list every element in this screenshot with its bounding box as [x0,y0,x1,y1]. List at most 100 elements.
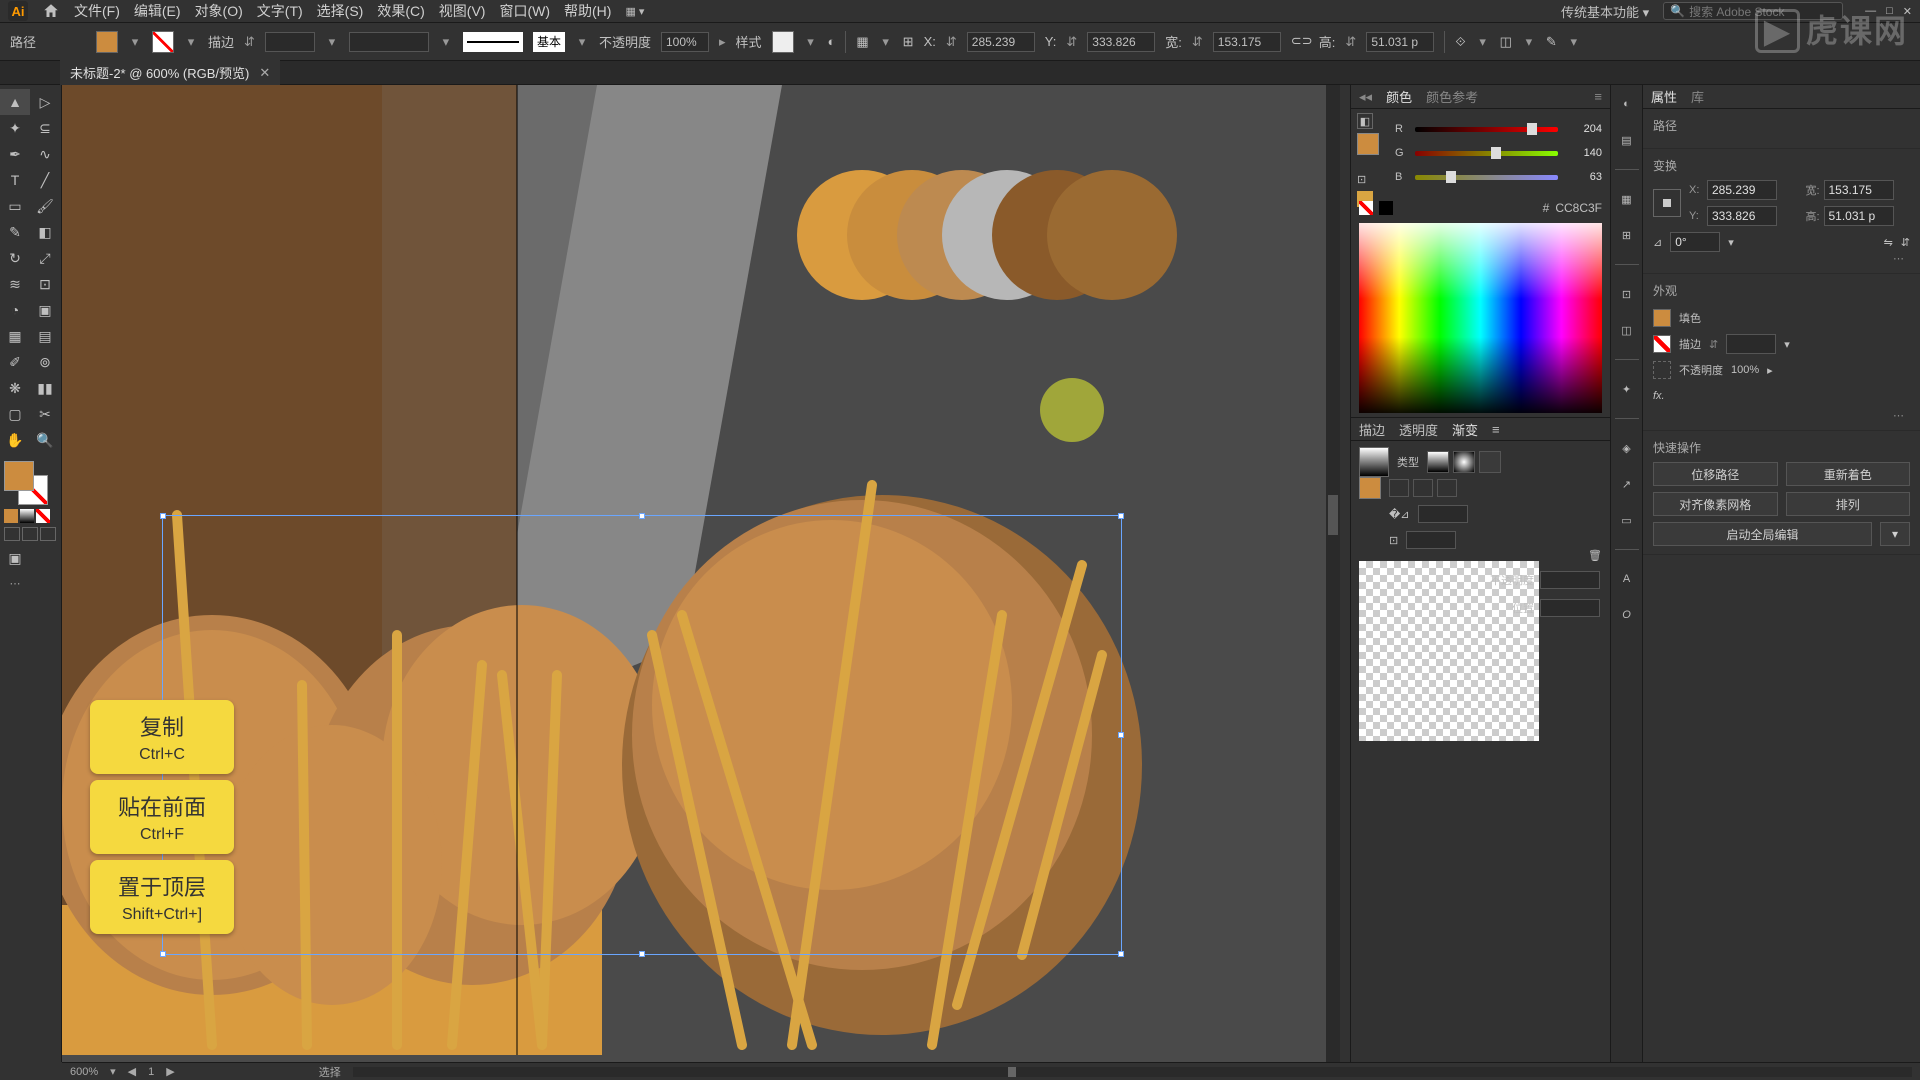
artboard-nav-next-icon[interactable]: ▶ [166,1065,174,1078]
fill-dropdown-icon[interactable]: ▾ [128,34,142,50]
artboard-number[interactable]: 1 [148,1066,154,1078]
delete-stop-icon[interactable]: 🗑 [1588,549,1602,562]
panel-fill-swatch[interactable] [1357,133,1379,155]
none-swatch-icon[interactable] [1359,201,1373,215]
workspace-switcher[interactable]: 传统基本功能 ▾ [1561,2,1649,21]
width-tool[interactable]: ≋ [0,271,30,297]
tab-libraries[interactable]: 库 [1691,87,1704,106]
perspective-tool[interactable]: ▣ [30,297,60,323]
x-input[interactable] [967,32,1035,52]
rotate-tool[interactable]: ↻ [0,245,30,271]
prop-h-input[interactable] [1824,206,1894,226]
magic-wand-tool[interactable]: ✦ [0,115,30,141]
lasso-tool[interactable]: ⊆ [30,115,60,141]
gradient-preview[interactable] [1359,447,1389,477]
paintbrush-tool[interactable]: 🖌 [30,193,60,219]
gradient-angle-input[interactable] [1418,505,1468,523]
freeform-gradient-icon[interactable] [1479,451,1501,473]
stroke-dropdown-icon[interactable]: ▾ [184,34,198,50]
reference-point-icon[interactable] [1653,189,1681,217]
btn-recolor[interactable]: 重新着色 [1786,462,1911,486]
menu-type[interactable]: 文字(T) [257,1,303,21]
home-icon[interactable] [42,2,60,20]
minimize-icon[interactable]: — [1865,5,1876,18]
panel-btn-8[interactable]: ◈ [1616,437,1638,459]
menu-help[interactable]: 帮助(H) [564,1,611,21]
edit-toolbar-icon[interactable]: ⋯ [0,577,30,590]
scale-tool[interactable]: ⤢ [30,245,60,271]
prop-opacity-icon[interactable] [1653,361,1671,379]
prop-opacity-flyout-icon[interactable]: ▸ [1767,364,1773,377]
horizontal-scrollbar[interactable] [353,1067,1912,1077]
pen-tool[interactable]: ✒ [0,141,30,167]
stroke-swatch[interactable] [152,31,174,53]
opacity-flyout-icon[interactable]: ▸ [719,34,726,50]
panel-menu-icon[interactable]: ≡ [1594,89,1602,104]
prop-y-input[interactable] [1707,206,1777,226]
hex-value[interactable]: CC8C3F [1555,201,1602,215]
search-input[interactable]: 🔍 搜索 Adobe Stock [1663,2,1843,20]
prop-angle-input[interactable] [1670,232,1720,252]
panel-btn-9[interactable]: ↗ [1616,473,1638,495]
shape-icon[interactable]: ⟐ [1455,34,1465,50]
b-value[interactable]: 63 [1566,171,1602,183]
var-width-profile[interactable] [349,32,429,52]
fill-stroke-indicator[interactable] [4,461,48,505]
zoom-dd-icon[interactable]: ▾ [110,1065,116,1078]
prop-opacity-value[interactable]: 100% [1731,364,1759,376]
shape-builder-tool[interactable]: ◔ [0,297,30,323]
graph-tool[interactable]: ▮▮ [30,375,60,401]
fill-swatch[interactable] [96,31,118,53]
curvature-tool[interactable]: ∿ [30,141,60,167]
btn-arrange[interactable]: 排列 [1786,492,1911,516]
panel-btn-3[interactable]: ▦ [1616,188,1638,210]
btn-offset-path[interactable]: 位移路径 [1653,462,1778,486]
close-icon[interactable]: ✕ [1903,5,1912,18]
artboard-nav-prev-icon[interactable]: ◀ [128,1065,136,1078]
btn-align-pixel[interactable]: 对齐像素网格 [1653,492,1778,516]
tab-properties[interactable]: 属性 [1651,87,1677,106]
gradient-fill-swatch[interactable] [1359,477,1381,499]
radial-gradient-icon[interactable] [1453,451,1475,473]
isolate-icon[interactable]: ◫ [1500,34,1512,50]
menu-view[interactable]: 视图(V) [439,1,486,21]
zoom-tool[interactable]: 🔍 [30,427,60,453]
transform-icon[interactable]: ⊞ [903,34,914,50]
tab-close-icon[interactable]: ✕ [259,65,270,81]
gradient-aspect-input[interactable] [1406,531,1456,549]
document-tab[interactable]: 未标题-2* @ 600% (RGB/预览) ✕ [60,60,280,85]
prop-stroke-width-input[interactable] [1726,334,1776,354]
panel-collapse-icon[interactable]: ◂◂ [1359,89,1372,105]
canvas-vertical-scrollbar[interactable] [1326,85,1340,1062]
w-stepper-icon[interactable]: ⇵ [1192,34,1203,50]
grayscale-icon[interactable]: ◧ [1357,113,1373,129]
align-icon[interactable]: ▦ [856,34,868,50]
shaper-tool[interactable]: ✎ [0,219,30,245]
eyedropper-tool[interactable]: ✐ [0,349,30,375]
flip-h-icon[interactable]: ⇋ [1884,236,1893,249]
flip-v-icon[interactable]: ⇵ [1901,236,1910,249]
menu-edit[interactable]: 编辑(E) [134,1,181,21]
stroke-align-3[interactable] [1437,479,1457,497]
panel-btn-12[interactable]: O [1616,604,1638,626]
free-transform-tool[interactable]: ⊡ [30,271,60,297]
stroke-align-2[interactable] [1413,479,1433,497]
b-slider[interactable] [1415,172,1558,182]
panel-btn-2[interactable]: ▤ [1616,129,1638,151]
brush-preview[interactable] [463,32,523,52]
s3-dd[interactable]: ▾ [1567,34,1581,50]
profile-dd-icon[interactable]: ▾ [439,34,453,50]
fill-color-box[interactable] [4,461,34,491]
screen-mode[interactable]: ▣ [0,545,30,571]
gradient-type-buttons[interactable] [1427,451,1501,473]
tab-gradient[interactable]: 渐变 [1452,420,1478,439]
prop-x-input[interactable] [1707,180,1777,200]
angle-dd-icon[interactable]: ▾ [1728,236,1734,249]
type-tool[interactable]: T [0,167,30,193]
s2-dd[interactable]: ▾ [1522,34,1536,50]
fx-label[interactable]: fx. [1653,390,1665,402]
canvas-area[interactable] [62,85,1340,1062]
menu-object[interactable]: 对象(O) [195,1,243,21]
panel-btn-7[interactable]: ✦ [1616,378,1638,400]
panel-btn-11[interactable]: A [1616,568,1638,590]
